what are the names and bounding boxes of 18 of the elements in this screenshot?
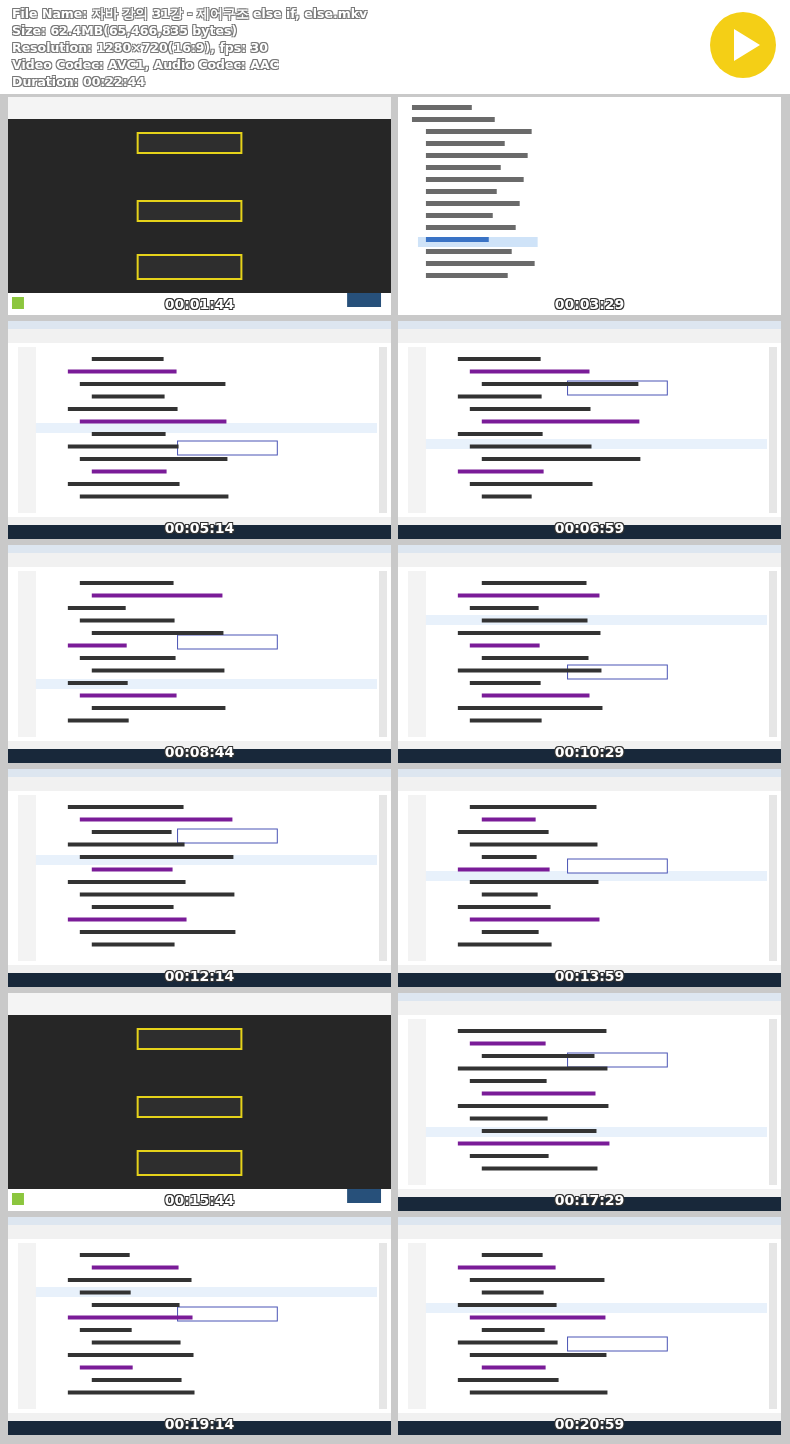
timestamp: 00:01:44	[164, 296, 235, 312]
timestamp: 00:20:59	[554, 1416, 625, 1432]
timestamp: 00:03:29	[554, 296, 625, 312]
file-info-line: Resolution: 1280×720(16:9), fps: 30	[12, 40, 270, 56]
timestamp: 00:05:14	[164, 520, 235, 536]
timestamp: 00:06:59	[554, 520, 625, 536]
timestamp: 00:10:29	[554, 744, 625, 760]
file-info-line: File Name: 자바 강의 31강 - 제어구조 else if, else.mkv	[12, 6, 369, 22]
timestamp: 00:12:14	[164, 968, 235, 984]
timestamp: 00:08:44	[164, 744, 235, 760]
file-info-line: Duration: 00:22:44	[12, 74, 147, 90]
timestamp: 00:15:44	[164, 1192, 235, 1208]
file-info-line: Size: 62.4MB(65,466,835 bytes)	[12, 23, 239, 39]
file-info-line: Video Codec: AVC1, Audio Codec: AAC	[12, 57, 280, 73]
timestamp: 00:17:29	[554, 1192, 625, 1208]
play-icon[interactable]	[708, 10, 778, 80]
timestamp: 00:19:14	[164, 1416, 235, 1432]
timestamp: 00:13:59	[554, 968, 625, 984]
